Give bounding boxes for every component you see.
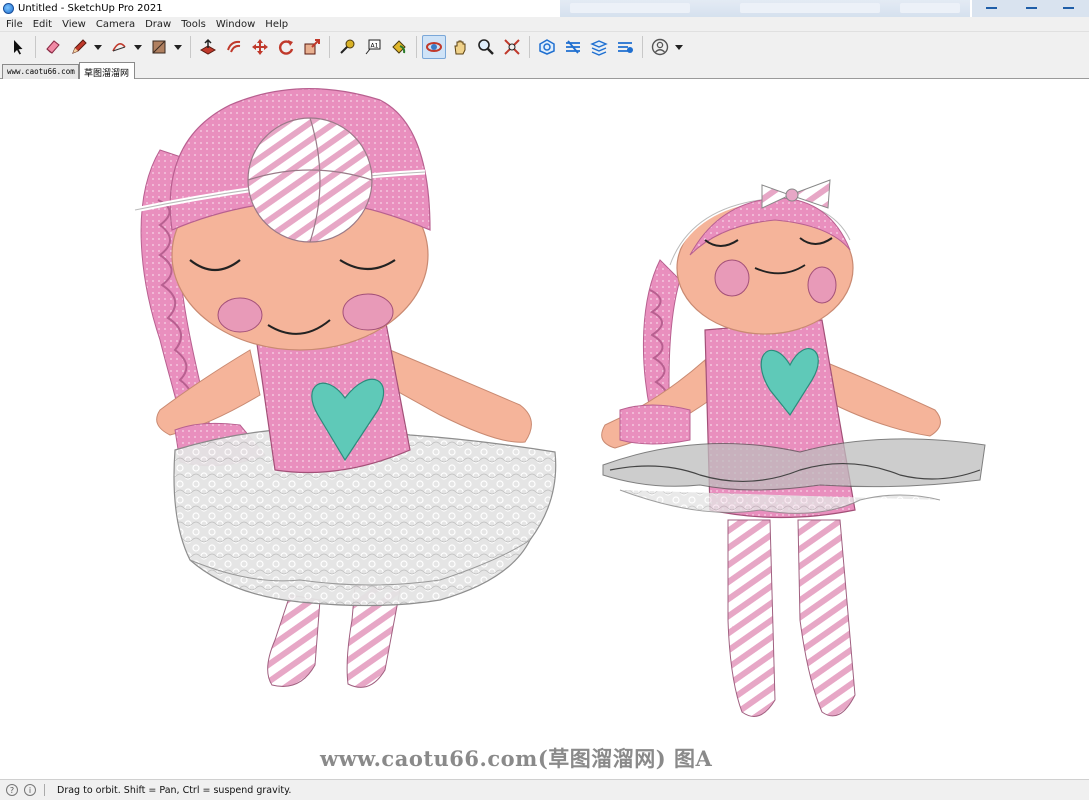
text-icon[interactable]: A1 bbox=[361, 35, 385, 59]
sketchup-app-icon bbox=[3, 3, 14, 14]
minimize-button[interactable] bbox=[972, 0, 1012, 17]
toolbar-separator bbox=[529, 36, 530, 58]
rectangle-dropdown-icon[interactable] bbox=[173, 35, 183, 59]
pencil-line-icon[interactable] bbox=[67, 35, 91, 59]
sketchup-window: Untitled - SketchUp Pro 2021 File Edit V… bbox=[0, 0, 1089, 800]
right-doll bbox=[601, 179, 986, 717]
menu-help[interactable]: Help bbox=[260, 17, 293, 32]
offset-icon[interactable] bbox=[222, 35, 246, 59]
close-button[interactable] bbox=[1049, 0, 1089, 17]
menu-window[interactable]: Window bbox=[211, 17, 260, 32]
push-pull-icon[interactable] bbox=[196, 35, 220, 59]
doll-models bbox=[134, 88, 986, 717]
scene-tab-1[interactable]: www.caotu66.com bbox=[2, 64, 79, 79]
eraser-icon[interactable] bbox=[41, 35, 65, 59]
zoom-icon[interactable] bbox=[474, 35, 498, 59]
toolbar-separator bbox=[190, 36, 191, 58]
menu-edit[interactable]: Edit bbox=[28, 17, 57, 32]
geo-location-icon[interactable]: ? bbox=[6, 784, 18, 796]
extension-warehouse-icon[interactable] bbox=[561, 35, 585, 59]
svg-text:A1: A1 bbox=[371, 43, 379, 50]
warehouse-icon[interactable] bbox=[535, 35, 559, 59]
account-dropdown-icon[interactable] bbox=[674, 35, 684, 59]
menu-draw[interactable]: Draw bbox=[140, 17, 176, 32]
extension-manager-icon[interactable] bbox=[613, 35, 637, 59]
menu-bar: File Edit View Camera Draw Tools Window … bbox=[0, 17, 1089, 32]
toolbar-separator bbox=[329, 36, 330, 58]
watermark-text: www.caotu66.com(草图溜溜网) 图A bbox=[320, 746, 713, 771]
rotate-icon[interactable] bbox=[274, 35, 298, 59]
scene-tab-2[interactable]: 草图溜溜网 bbox=[79, 62, 135, 79]
paint-bucket-icon[interactable] bbox=[387, 35, 411, 59]
status-text: Drag to orbit. Shift = Pan, Ctrl = suspe… bbox=[57, 784, 292, 796]
account-icon[interactable] bbox=[648, 35, 672, 59]
arc-dropdown-icon[interactable] bbox=[133, 35, 143, 59]
zoom-extents-icon[interactable] bbox=[500, 35, 524, 59]
status-divider bbox=[44, 784, 45, 796]
model-viewport[interactable]: www.caotu66.com(草图溜溜网) 图A bbox=[0, 80, 1089, 779]
pencil-dropdown-icon[interactable] bbox=[93, 35, 103, 59]
menu-view[interactable]: View bbox=[57, 17, 91, 32]
layout-icon[interactable] bbox=[587, 35, 611, 59]
status-bar: ? i Drag to orbit. Shift = Pan, Ctrl = s… bbox=[0, 779, 1089, 800]
pan-icon[interactable] bbox=[448, 35, 472, 59]
tape-measure-icon[interactable] bbox=[335, 35, 359, 59]
main-toolbar: A1 bbox=[0, 32, 1089, 62]
menu-camera[interactable]: Camera bbox=[91, 17, 140, 32]
menu-file[interactable]: File bbox=[0, 17, 28, 32]
title-bar: Untitled - SketchUp Pro 2021 bbox=[0, 0, 1089, 17]
menu-tools[interactable]: Tools bbox=[176, 17, 211, 32]
scale-icon[interactable] bbox=[300, 35, 324, 59]
background-browser-tabs bbox=[560, 0, 970, 17]
toolbar-separator bbox=[642, 36, 643, 58]
window-title: Untitled - SketchUp Pro 2021 bbox=[18, 3, 163, 14]
toolbar-separator bbox=[416, 36, 417, 58]
select-icon[interactable] bbox=[6, 35, 30, 59]
info-icon[interactable]: i bbox=[24, 784, 36, 796]
rectangle-icon[interactable] bbox=[147, 35, 171, 59]
orbit-icon[interactable] bbox=[422, 35, 446, 59]
left-doll bbox=[134, 88, 557, 688]
toolbar-separator bbox=[35, 36, 36, 58]
scene-tabs: www.caotu66.com 草图溜溜网 bbox=[0, 62, 1089, 79]
arc-icon[interactable] bbox=[107, 35, 131, 59]
maximize-button[interactable] bbox=[1012, 0, 1052, 17]
move-icon[interactable] bbox=[248, 35, 272, 59]
